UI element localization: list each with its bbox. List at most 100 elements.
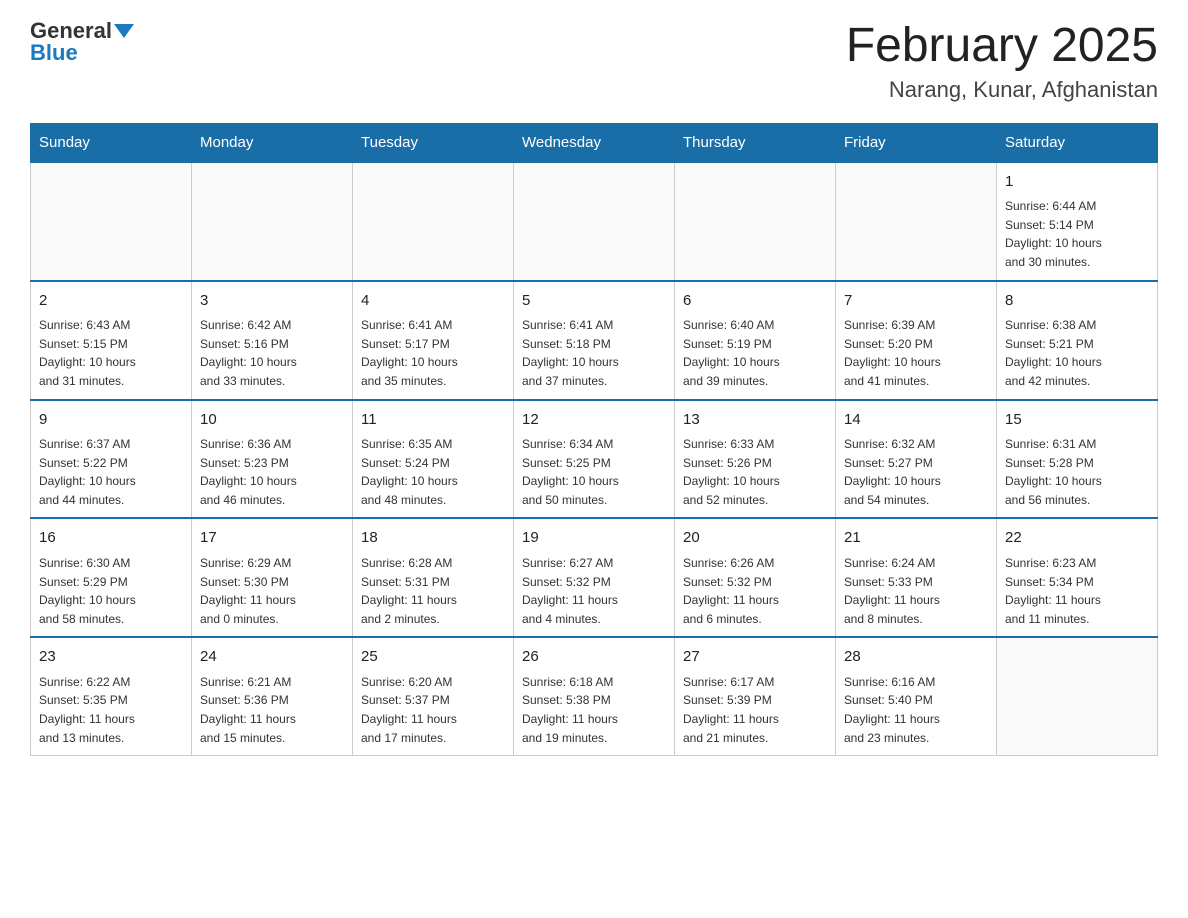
day-number: 21	[844, 527, 988, 550]
day-number: 6	[683, 290, 827, 313]
calendar-cell	[997, 637, 1158, 755]
day-info: Sunrise: 6:41 AM Sunset: 5:17 PM Dayligh…	[361, 316, 505, 390]
calendar-table: SundayMondayTuesdayWednesdayThursdayFrid…	[30, 123, 1158, 756]
calendar-cell: 10 Sunrise: 6:36 AM Sunset: 5:23 PM Dayli…	[192, 400, 353, 519]
day-info: Sunrise: 6:30 AM Sunset: 5:29 PM Dayligh…	[39, 554, 183, 628]
weekday-header-wednesday: Wednesday	[514, 123, 675, 162]
day-number: 11	[361, 409, 505, 432]
day-info: Sunrise: 6:20 AM Sunset: 5:37 PM Dayligh…	[361, 673, 505, 747]
calendar-cell: 9 Sunrise: 6:37 AM Sunset: 5:22 PM Daylig…	[31, 400, 192, 519]
calendar-cell	[514, 162, 675, 281]
day-info: Sunrise: 6:34 AM Sunset: 5:25 PM Dayligh…	[522, 435, 666, 509]
day-info: Sunrise: 6:29 AM Sunset: 5:30 PM Dayligh…	[200, 554, 344, 628]
calendar-cell: 17 Sunrise: 6:29 AM Sunset: 5:30 PM Dayli…	[192, 518, 353, 637]
day-info: Sunrise: 6:21 AM Sunset: 5:36 PM Dayligh…	[200, 673, 344, 747]
weekday-header-monday: Monday	[192, 123, 353, 162]
day-number: 12	[522, 409, 666, 432]
weekday-header-row: SundayMondayTuesdayWednesdayThursdayFrid…	[31, 123, 1158, 162]
logo-blue-text: Blue	[30, 42, 78, 64]
calendar-cell: 4 Sunrise: 6:41 AM Sunset: 5:17 PM Daylig…	[353, 281, 514, 400]
day-number: 7	[844, 290, 988, 313]
day-number: 9	[39, 409, 183, 432]
day-number: 8	[1005, 290, 1149, 313]
day-number: 10	[200, 409, 344, 432]
calendar-cell: 14 Sunrise: 6:32 AM Sunset: 5:27 PM Dayli…	[836, 400, 997, 519]
calendar-week-4: 16Sunrise: 6:30 AM Sunset: 5:29 PM Dayli…	[31, 518, 1158, 637]
calendar-cell	[353, 162, 514, 281]
calendar-cell	[31, 162, 192, 281]
day-number: 15	[1005, 409, 1149, 432]
calendar-cell: 3Sunrise: 6:42 AM Sunset: 5:16 PM Daylig…	[192, 281, 353, 400]
day-number: 13	[683, 409, 827, 432]
day-number: 1	[1005, 171, 1149, 194]
calendar-cell: 7 Sunrise: 6:39 AM Sunset: 5:20 PM Daylig…	[836, 281, 997, 400]
calendar-cell: 22 Sunrise: 6:23 AM Sunset: 5:34 PM Dayli…	[997, 518, 1158, 637]
day-number: 3	[200, 290, 344, 313]
day-number: 4	[361, 290, 505, 313]
calendar-week-3: 9 Sunrise: 6:37 AM Sunset: 5:22 PM Daylig…	[31, 400, 1158, 519]
title-block: February 2025 Narang, Kunar, Afghanistan	[846, 20, 1158, 103]
calendar-cell	[836, 162, 997, 281]
day-number: 23	[39, 646, 183, 669]
day-info: Sunrise: 6:39 AM Sunset: 5:20 PM Dayligh…	[844, 316, 988, 390]
calendar-cell: 25Sunrise: 6:20 AM Sunset: 5:37 PM Dayli…	[353, 637, 514, 755]
day-info: Sunrise: 6:43 AM Sunset: 5:15 PM Dayligh…	[39, 316, 183, 390]
logo-triangle-icon	[114, 24, 134, 38]
calendar-cell: 20 Sunrise: 6:26 AM Sunset: 5:32 PM Dayli…	[675, 518, 836, 637]
calendar-cell: 16Sunrise: 6:30 AM Sunset: 5:29 PM Dayli…	[31, 518, 192, 637]
day-info: Sunrise: 6:38 AM Sunset: 5:21 PM Dayligh…	[1005, 316, 1149, 390]
day-number: 27	[683, 646, 827, 669]
day-info: Sunrise: 6:16 AM Sunset: 5:40 PM Dayligh…	[844, 673, 988, 747]
day-info: Sunrise: 6:44 AM Sunset: 5:14 PM Dayligh…	[1005, 197, 1149, 271]
calendar-cell	[675, 162, 836, 281]
calendar-cell: 5 Sunrise: 6:41 AM Sunset: 5:18 PM Daylig…	[514, 281, 675, 400]
calendar-cell: 23 Sunrise: 6:22 AM Sunset: 5:35 PM Dayli…	[31, 637, 192, 755]
day-info: Sunrise: 6:26 AM Sunset: 5:32 PM Dayligh…	[683, 554, 827, 628]
calendar-week-5: 23 Sunrise: 6:22 AM Sunset: 5:35 PM Dayli…	[31, 637, 1158, 755]
day-number: 24	[200, 646, 344, 669]
day-number: 14	[844, 409, 988, 432]
day-info: Sunrise: 6:37 AM Sunset: 5:22 PM Dayligh…	[39, 435, 183, 509]
calendar-cell	[192, 162, 353, 281]
day-number: 22	[1005, 527, 1149, 550]
calendar-cell: 26Sunrise: 6:18 AM Sunset: 5:38 PM Dayli…	[514, 637, 675, 755]
calendar-week-1: 1 Sunrise: 6:44 AM Sunset: 5:14 PM Daylig…	[31, 162, 1158, 281]
day-info: Sunrise: 6:23 AM Sunset: 5:34 PM Dayligh…	[1005, 554, 1149, 628]
day-number: 17	[200, 527, 344, 550]
day-info: Sunrise: 6:36 AM Sunset: 5:23 PM Dayligh…	[200, 435, 344, 509]
day-number: 2	[39, 290, 183, 313]
calendar-header: SundayMondayTuesdayWednesdayThursdayFrid…	[31, 123, 1158, 162]
weekday-header-sunday: Sunday	[31, 123, 192, 162]
day-info: Sunrise: 6:35 AM Sunset: 5:24 PM Dayligh…	[361, 435, 505, 509]
day-info: Sunrise: 6:33 AM Sunset: 5:26 PM Dayligh…	[683, 435, 827, 509]
weekday-header-saturday: Saturday	[997, 123, 1158, 162]
calendar-cell: 12 Sunrise: 6:34 AM Sunset: 5:25 PM Dayli…	[514, 400, 675, 519]
calendar-cell: 21Sunrise: 6:24 AM Sunset: 5:33 PM Dayli…	[836, 518, 997, 637]
page-header: General Blue February 2025 Narang, Kunar…	[30, 20, 1158, 103]
day-number: 18	[361, 527, 505, 550]
calendar-cell: 11 Sunrise: 6:35 AM Sunset: 5:24 PM Dayli…	[353, 400, 514, 519]
calendar-cell: 6 Sunrise: 6:40 AM Sunset: 5:19 PM Daylig…	[675, 281, 836, 400]
day-info: Sunrise: 6:41 AM Sunset: 5:18 PM Dayligh…	[522, 316, 666, 390]
calendar-week-2: 2 Sunrise: 6:43 AM Sunset: 5:15 PM Daylig…	[31, 281, 1158, 400]
day-info: Sunrise: 6:40 AM Sunset: 5:19 PM Dayligh…	[683, 316, 827, 390]
month-title: February 2025	[846, 20, 1158, 73]
calendar-cell: 18Sunrise: 6:28 AM Sunset: 5:31 PM Dayli…	[353, 518, 514, 637]
weekday-header-thursday: Thursday	[675, 123, 836, 162]
day-info: Sunrise: 6:22 AM Sunset: 5:35 PM Dayligh…	[39, 673, 183, 747]
day-number: 5	[522, 290, 666, 313]
day-number: 20	[683, 527, 827, 550]
logo: General Blue	[30, 20, 134, 64]
day-info: Sunrise: 6:32 AM Sunset: 5:27 PM Dayligh…	[844, 435, 988, 509]
day-info: Sunrise: 6:31 AM Sunset: 5:28 PM Dayligh…	[1005, 435, 1149, 509]
calendar-cell: 24 Sunrise: 6:21 AM Sunset: 5:36 PM Dayli…	[192, 637, 353, 755]
calendar-cell: 8 Sunrise: 6:38 AM Sunset: 5:21 PM Daylig…	[997, 281, 1158, 400]
calendar-body: 1 Sunrise: 6:44 AM Sunset: 5:14 PM Daylig…	[31, 162, 1158, 756]
calendar-cell: 27Sunrise: 6:17 AM Sunset: 5:39 PM Dayli…	[675, 637, 836, 755]
calendar-cell: 2 Sunrise: 6:43 AM Sunset: 5:15 PM Daylig…	[31, 281, 192, 400]
weekday-header-friday: Friday	[836, 123, 997, 162]
day-number: 28	[844, 646, 988, 669]
day-number: 19	[522, 527, 666, 550]
day-number: 26	[522, 646, 666, 669]
logo-general-text: General	[30, 20, 112, 42]
